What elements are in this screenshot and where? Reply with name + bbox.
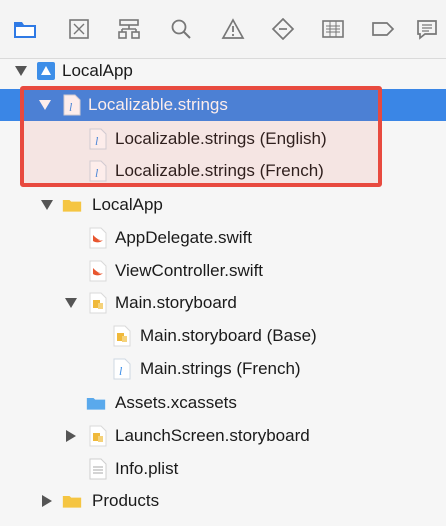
assets-folder-icon — [86, 392, 106, 414]
tree-row-localizable-french[interactable]: l Localizable.strings (French) — [0, 155, 446, 187]
storyboard-file-icon — [88, 425, 108, 447]
group-localapp-label: LocalApp — [92, 195, 163, 214]
main-strings-french-label: Main.strings (French) — [140, 359, 301, 378]
project-label: LocalApp — [62, 61, 133, 80]
debug-icon[interactable] — [318, 14, 348, 44]
localizable-label: Localizable.strings — [88, 95, 228, 114]
disclosure-open-icon[interactable] — [14, 64, 28, 78]
strings-file-icon: l — [62, 94, 82, 116]
tree-row-main-storyboard-base[interactable]: Main.storyboard (Base) — [0, 320, 446, 352]
tree-row-localizable-english[interactable]: l Localizable.strings (English) — [0, 123, 446, 155]
folder-icon — [62, 194, 82, 216]
warning-icon[interactable] — [218, 14, 248, 44]
breakpoint-icon[interactable] — [368, 14, 398, 44]
swift-file-icon — [88, 260, 108, 282]
appdelegate-label: AppDelegate.swift — [115, 228, 253, 247]
test-icon[interactable] — [268, 14, 298, 44]
folder-icon[interactable] — [10, 14, 40, 44]
localizable-english-label: Localizable.strings (English) — [115, 129, 327, 148]
navigator-toolbar — [0, 0, 446, 59]
infoplist-label: Info.plist — [115, 459, 179, 478]
swift-file-icon — [88, 227, 108, 249]
viewcontroller-label: ViewController.swift — [115, 261, 264, 280]
report-icon[interactable] — [412, 14, 442, 44]
tree-row-assets[interactable]: Assets.xcassets — [0, 387, 446, 419]
hierarchy-icon[interactable] — [114, 14, 144, 44]
tree-row-infoplist[interactable]: Info.plist — [0, 453, 446, 485]
main-storyboard-base-label: Main.storyboard (Base) — [140, 326, 317, 345]
project-navigator: LocalApp l Localizable.strings l Localiz… — [0, 59, 446, 526]
tree-row-main-storyboard[interactable]: Main.storyboard — [0, 287, 446, 319]
disclosure-closed-icon[interactable] — [64, 429, 78, 443]
tree-row-appdelegate[interactable]: AppDelegate.swift — [0, 222, 446, 254]
tree-row-group-localapp[interactable]: LocalApp — [0, 189, 446, 221]
disclosure-closed-icon[interactable] — [40, 494, 54, 508]
disclosure-open-icon[interactable] — [64, 296, 78, 310]
main-storyboard-label: Main.storyboard — [115, 293, 237, 312]
source-control-icon[interactable] — [64, 14, 94, 44]
storyboard-file-icon — [112, 325, 132, 347]
products-label: Products — [92, 491, 160, 510]
storyboard-file-icon — [88, 292, 108, 314]
tree-row-main-strings-french[interactable]: l Main.strings (French) — [0, 353, 446, 385]
disclosure-open-icon[interactable] — [38, 98, 52, 112]
folder-icon — [62, 490, 82, 512]
plist-file-icon — [88, 458, 108, 480]
tree-row-project[interactable]: LocalApp — [0, 55, 446, 87]
strings-file-icon: l — [88, 160, 108, 182]
tree-row-products[interactable]: Products — [0, 485, 446, 517]
launchscreen-label: LaunchScreen.storyboard — [115, 426, 310, 445]
assets-label: Assets.xcassets — [115, 393, 237, 412]
strings-file-icon: l — [112, 358, 132, 380]
tree-row-launchscreen[interactable]: LaunchScreen.storyboard — [0, 420, 446, 452]
search-icon[interactable] — [166, 14, 196, 44]
tree-row-viewcontroller[interactable]: ViewController.swift — [0, 255, 446, 287]
tree-row-localizable[interactable]: l Localizable.strings — [0, 89, 446, 121]
strings-file-icon: l — [88, 128, 108, 150]
project-icon — [36, 60, 56, 82]
disclosure-open-icon[interactable] — [40, 198, 54, 212]
localizable-french-label: Localizable.strings (French) — [115, 161, 324, 180]
